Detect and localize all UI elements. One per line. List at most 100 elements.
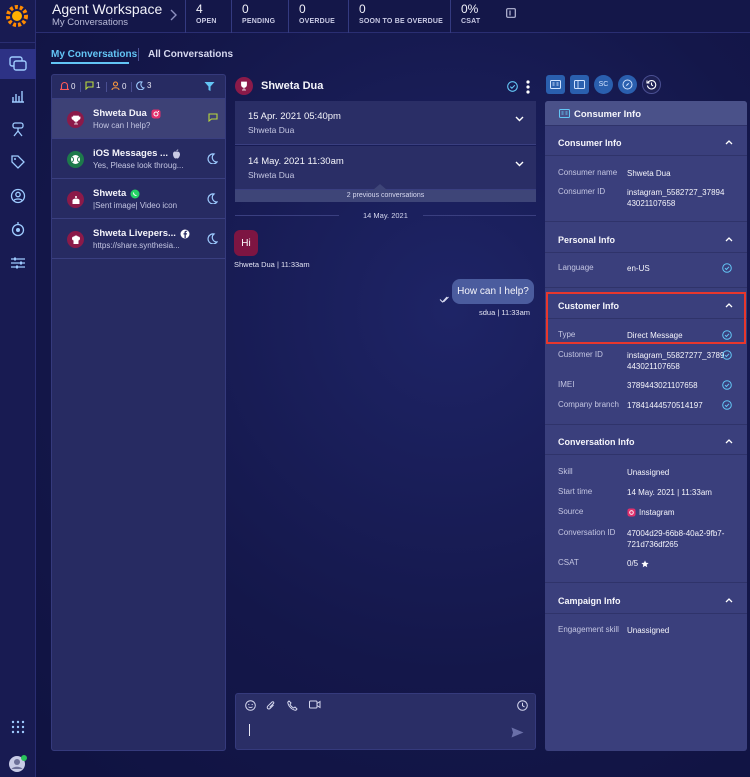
tag-nav-icon[interactable] xyxy=(0,147,36,177)
phone-icon[interactable] xyxy=(287,700,298,711)
conversation-preview: https://share.synthesia... xyxy=(93,241,180,250)
tab-all-conversations[interactable]: All Conversations xyxy=(148,49,233,60)
engagement-skill-value: Unassigned xyxy=(627,626,670,635)
automation-nav-icon[interactable] xyxy=(0,214,36,244)
conversation-item[interactable]: Shweta Dua How can I help? xyxy=(52,99,225,139)
stat-open-value: 4 xyxy=(196,2,203,16)
send-icon[interactable] xyxy=(511,727,524,738)
video-icon[interactable] xyxy=(309,700,321,709)
previous-conversations-toggle[interactable]: 2 previous conversations xyxy=(235,190,536,202)
outgoing-message: How can I help? xyxy=(452,279,534,304)
trophy-avatar-icon xyxy=(67,111,84,128)
chevron-up-icon[interactable] xyxy=(725,597,733,603)
apps-grid-icon[interactable] xyxy=(0,712,36,742)
settings-sliders-icon[interactable] xyxy=(0,248,36,278)
id-card-icon xyxy=(550,80,561,89)
conversation-name: iOS Messages ... xyxy=(93,148,168,159)
consumer-id-label: Consumer ID xyxy=(558,187,606,196)
section-title-conversation[interactable]: Conversation Info xyxy=(558,437,635,447)
moon-icon xyxy=(207,193,218,204)
chevron-up-icon[interactable] xyxy=(725,236,733,242)
filter-alerts[interactable]: 0 xyxy=(60,81,75,91)
imei-value: 3789443021107658 xyxy=(627,381,698,390)
panel-icon xyxy=(574,80,585,89)
tab-my-conversations[interactable]: My Conversations xyxy=(51,49,137,60)
app-subtitle: My Conversations xyxy=(52,17,129,28)
stat-pending[interactable]: 0 PENDING xyxy=(231,0,275,33)
stat-csat-value: 0% xyxy=(461,2,479,16)
stat-pending-value: 0 xyxy=(242,2,249,16)
bot-nav-icon[interactable] xyxy=(0,114,36,144)
skill-label: Skill xyxy=(558,467,573,476)
previous-conversation[interactable]: 15 Apr. 2021 05:40pm Shweta Dua xyxy=(235,101,536,145)
clock-icon[interactable] xyxy=(517,700,528,711)
company-branch-label: Company branch xyxy=(558,400,619,409)
stat-overdue[interactable]: 0 OVERDUE xyxy=(288,0,335,33)
new-message-icon xyxy=(208,113,218,122)
history-icon xyxy=(646,79,657,90)
read-receipt-icon xyxy=(439,296,450,303)
start-time-value: 14 May. 2021 | 11:33am xyxy=(627,488,712,497)
agent-avatar-icon[interactable] xyxy=(0,749,36,777)
star-icon xyxy=(641,559,649,568)
stat-csat[interactable]: 0% CSAT xyxy=(450,0,480,33)
filter-alerts-count: 0 xyxy=(71,81,76,91)
user-icon xyxy=(111,81,120,91)
section-title-consumer[interactable]: Consumer Info xyxy=(558,138,622,148)
conversations-nav-icon[interactable] xyxy=(0,49,36,79)
stat-soon-overdue[interactable]: 0 SOON TO BE OVERDUE xyxy=(348,0,443,33)
chevron-up-icon[interactable] xyxy=(725,438,733,444)
engagement-skill-label: Engagement skill xyxy=(558,625,619,634)
conversation-preview: Yes, Please look throug... xyxy=(93,161,184,170)
source-value: Instagram xyxy=(639,508,675,517)
filter-users[interactable]: 0 xyxy=(111,81,126,91)
outgoing-message-meta: sdua | 11:33am xyxy=(479,308,531,317)
conversation-preview: |Sent image| Video icon xyxy=(93,201,178,210)
stat-overdue-value: 0 xyxy=(299,2,306,16)
chevron-up-icon[interactable] xyxy=(725,139,733,145)
previous-conversation-date: 15 Apr. 2021 05:40pm xyxy=(248,111,341,122)
conversation-item[interactable]: iOS Messages ... Yes, Please look throug… xyxy=(52,139,225,179)
compass-icon xyxy=(622,79,633,90)
ball-avatar-icon xyxy=(67,151,84,168)
conversation-name: Shweta xyxy=(93,188,127,199)
filter-funnel-icon[interactable] xyxy=(204,81,215,92)
resolve-check-icon[interactable] xyxy=(507,81,518,92)
filter-away[interactable]: 3 xyxy=(136,81,151,90)
expand-panel-icon[interactable] xyxy=(506,8,516,18)
moon-icon xyxy=(207,153,218,164)
customer-id-label: Customer ID xyxy=(558,350,603,359)
conversation-name-row: Shweta xyxy=(93,188,140,199)
chevron-right-icon[interactable] xyxy=(169,9,177,21)
chevron-down-icon[interactable] xyxy=(515,161,524,167)
consumer-name-label: Consumer name xyxy=(558,168,618,177)
conversation-item[interactable]: Shweta |Sent image| Video icon xyxy=(52,179,225,219)
more-options-icon[interactable] xyxy=(525,80,531,94)
history-widget-button[interactable] xyxy=(642,75,661,94)
conversation-item[interactable]: Shweta Livepers... https://share.synthes… xyxy=(52,219,225,259)
instagram-icon xyxy=(627,508,636,517)
filter-messages[interactable]: 1 xyxy=(85,81,100,90)
compass-widget-button[interactable] xyxy=(618,75,637,94)
incoming-message-meta: Shweta Dua | 11:33am xyxy=(234,260,310,269)
emoji-icon[interactable] xyxy=(245,700,256,711)
attachment-icon[interactable] xyxy=(266,700,276,712)
section-title-campaign[interactable]: Campaign Info xyxy=(558,596,621,606)
user-nav-icon[interactable] xyxy=(0,181,36,211)
date-separator: 14 May. 2021 xyxy=(363,211,408,220)
sc-widget-button[interactable]: SC xyxy=(594,75,613,94)
widgets-toggle[interactable] xyxy=(570,75,589,94)
chevron-down-icon[interactable] xyxy=(515,116,524,122)
section-title-personal[interactable]: Personal Info xyxy=(558,235,615,245)
message-input[interactable] xyxy=(249,724,250,736)
verified-check-icon xyxy=(722,350,732,360)
apple-icon xyxy=(172,148,181,159)
consumer-info-toggle[interactable] xyxy=(546,75,565,94)
analytics-nav-icon[interactable] xyxy=(0,81,36,111)
source-label: Source xyxy=(558,507,584,516)
chef-avatar-icon xyxy=(67,231,84,248)
source-value-row: Instagram xyxy=(627,507,727,518)
verified-check-icon xyxy=(722,263,732,273)
stat-open[interactable]: 4 OPEN xyxy=(185,0,216,33)
conversation-name-row: iOS Messages ... xyxy=(93,148,181,159)
